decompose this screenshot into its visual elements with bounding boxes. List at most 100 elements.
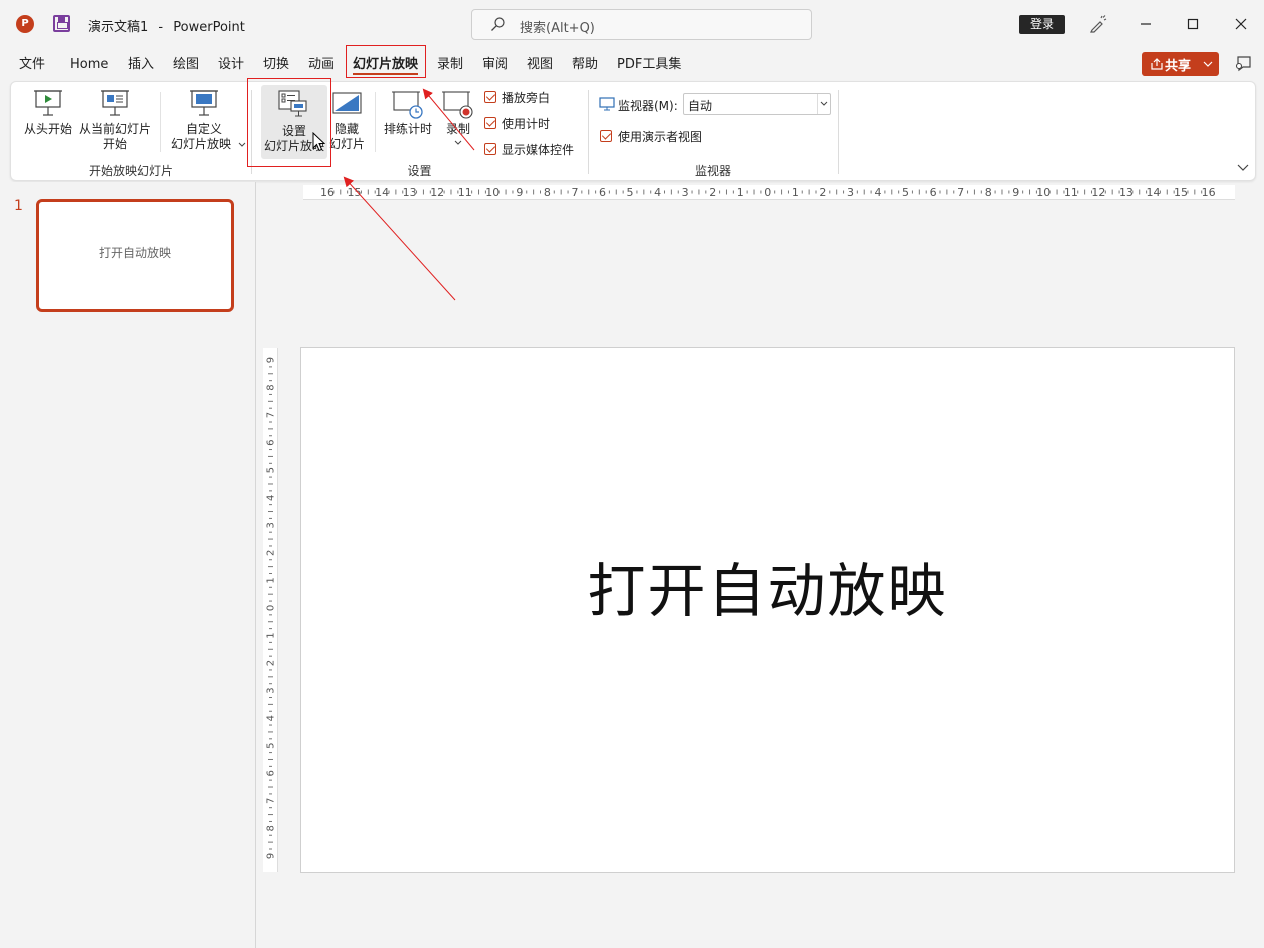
tab-view[interactable]: 视图 xyxy=(527,55,553,75)
slide-title-text[interactable]: 打开自动放映 xyxy=(301,544,1234,628)
ruler-tick-label: 6 xyxy=(266,770,277,776)
show-media-controls-checkbox[interactable]: 显示媒体控件 xyxy=(484,141,584,157)
monitor-icon xyxy=(599,97,615,111)
record-button[interactable]: 录制 xyxy=(439,88,477,150)
ruler-tick-label: 11 xyxy=(1064,186,1078,199)
save-icon[interactable] xyxy=(53,15,70,32)
ruler-tick-label: 12 xyxy=(430,186,444,199)
tab-help[interactable]: 帮助 xyxy=(572,55,598,75)
ruler-tick-label: 0 xyxy=(764,186,771,199)
slide-canvas[interactable]: 打开自动放映 xyxy=(300,347,1235,873)
custom-slideshow-icon xyxy=(190,90,218,116)
ruler-tick-label: 2 xyxy=(709,186,716,199)
presenter-view-checkbox[interactable]: 使用演示者视图 xyxy=(600,128,730,144)
ruler-tick-label: 14 xyxy=(1147,186,1161,199)
rehearse-timer-icon xyxy=(392,91,423,119)
ruler-tick-label: 2 xyxy=(266,550,277,556)
vertical-ruler-ticks: 9 8 7 6 5 4 3 2 1 0 1 2 3 4 5 6 7 8 9 xyxy=(266,357,277,859)
chevron-down-icon xyxy=(454,140,462,145)
ruler-tick-label: 16 xyxy=(320,186,334,199)
slide-number: 1 xyxy=(14,198,23,214)
maximize-icon[interactable] xyxy=(1181,12,1205,36)
checkbox-checked-icon xyxy=(484,143,496,155)
ribbon-divider xyxy=(160,92,161,152)
monitor-group-label: 监视器 xyxy=(694,164,731,178)
ruler-tick-label: 7 xyxy=(571,186,578,199)
checkbox-checked-icon xyxy=(484,91,496,103)
annotation-box-setup xyxy=(247,78,331,167)
start-group-label: 开始放映幻灯片 xyxy=(88,164,173,178)
tab-design[interactable]: 设计 xyxy=(218,55,244,75)
doc-name: 演示文稿1 xyxy=(88,20,149,35)
tab-animations[interactable]: 动画 xyxy=(308,55,334,75)
share-icon xyxy=(1151,58,1163,70)
record-label: 录制 xyxy=(445,122,470,136)
ruler-tick-label: 3 xyxy=(266,687,277,693)
ruler-tick-label: 7 xyxy=(266,798,277,804)
tab-transitions[interactable]: 切换 xyxy=(263,55,289,75)
ruler-tick-label: 8 xyxy=(266,384,277,390)
play-narration-label: 播放旁白 xyxy=(502,91,551,105)
ruler-tick-label: 9 xyxy=(266,357,277,363)
ruler-tick-label: 2 xyxy=(819,186,826,199)
search-box[interactable]: 搜索(Alt+Q) xyxy=(471,9,812,40)
slideshow-current-icon xyxy=(101,90,129,116)
ruler-tick-label: 1 xyxy=(266,632,277,638)
tab-insert[interactable]: 插入 xyxy=(128,55,154,75)
monitor-select[interactable]: 自动 xyxy=(683,93,831,115)
close-icon[interactable] xyxy=(1229,12,1253,36)
vertical-ruler: 9 8 7 6 5 4 3 2 1 0 1 2 3 4 5 6 7 8 9 xyxy=(263,348,278,872)
tab-draw[interactable]: 绘图 xyxy=(173,55,199,75)
tab-record[interactable]: 录制 xyxy=(437,55,463,75)
ruler-tick-label: 14 xyxy=(375,186,389,199)
from-current-button[interactable]: 从当前幻灯片 开始 xyxy=(77,88,153,152)
ruler-tick-label: 5 xyxy=(902,186,909,199)
tab-file[interactable]: 文件 xyxy=(19,55,45,75)
ruler-tick-label: 15 xyxy=(348,186,362,199)
ruler-tick-label: 7 xyxy=(957,186,964,199)
tab-home[interactable]: Home xyxy=(70,55,108,75)
slideshow-start-icon xyxy=(34,90,62,116)
ruler-tick-label: 5 xyxy=(266,467,277,473)
collapse-ribbon-icon[interactable] xyxy=(1237,164,1249,172)
tab-pdf-tools[interactable]: PDF工具集 xyxy=(617,55,681,75)
share-button[interactable]: 共享 xyxy=(1142,52,1219,76)
ruler-tick-label: 3 xyxy=(847,186,854,199)
comment-icon[interactable] xyxy=(1233,54,1253,74)
ruler-tick-label: 6 xyxy=(930,186,937,199)
minimize-icon[interactable] xyxy=(1134,12,1158,36)
ruler-tick-label: 1 xyxy=(792,186,799,199)
monitor-select-value: 自动 xyxy=(688,99,713,113)
login-button[interactable]: 登录 xyxy=(1019,15,1065,34)
ruler-tick-label: 13 xyxy=(403,186,417,199)
title-separator: - xyxy=(158,20,164,35)
pen-sparkle-icon[interactable] xyxy=(1088,14,1108,34)
rehearse-timings-button[interactable]: 排练计时 xyxy=(381,88,435,138)
show-media-controls-label: 显示媒体控件 xyxy=(502,143,575,157)
ribbon: 从头开始 从当前幻灯片 开始 自定义 幻灯片放映 开始放映幻灯片 设置 幻灯片放… xyxy=(10,81,1256,181)
monitor-dropdown-toggle[interactable] xyxy=(817,94,830,114)
slide-thumbnail[interactable]: 打开自动放映 xyxy=(36,199,234,312)
hide-slide-button[interactable]: 隐藏 幻灯片 xyxy=(329,88,370,152)
ruler-tick-label: 4 xyxy=(266,715,277,721)
tab-review[interactable]: 审阅 xyxy=(482,55,508,75)
custom-slideshow-button[interactable]: 自定义 幻灯片放映 xyxy=(165,88,247,152)
record-icon xyxy=(442,91,473,119)
ruler-tick-label: 13 xyxy=(1119,186,1133,199)
document-title: 演示文稿1 - PowerPoint xyxy=(88,16,245,35)
ruler-tick-label: 10 xyxy=(1036,186,1050,199)
use-timings-checkbox[interactable]: 使用计时 xyxy=(484,115,584,131)
from-beginning-button[interactable]: 从头开始 xyxy=(20,88,76,146)
ruler-tick-label: 3 xyxy=(682,186,689,199)
monitor-label: 监视器(M): xyxy=(618,99,678,113)
ruler-tick-label: 4 xyxy=(266,495,277,501)
from-current-label-2: 开始 xyxy=(102,137,127,151)
chevron-down-icon xyxy=(238,142,246,147)
ruler-tick-label: 8 xyxy=(985,186,992,199)
rehearse-label: 排练计时 xyxy=(383,122,432,136)
ribbon-divider xyxy=(375,92,376,152)
thumbnail-text: 打开自动放映 xyxy=(98,246,171,260)
ruler-tick-label: 6 xyxy=(266,439,277,445)
play-narration-checkbox[interactable]: 播放旁白 xyxy=(484,89,584,105)
ruler-tick-label: 4 xyxy=(875,186,882,199)
